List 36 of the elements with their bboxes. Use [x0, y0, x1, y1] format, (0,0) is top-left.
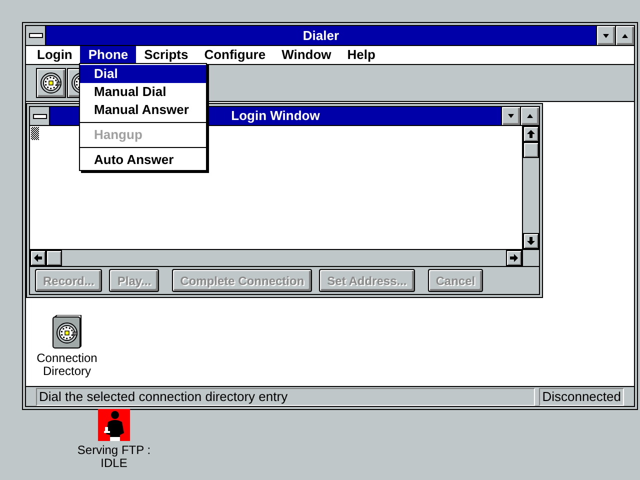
status-message: Dial the selected connection directory entry [36, 388, 536, 406]
scroll-left-button[interactable] [30, 250, 46, 266]
dial-icon [40, 72, 62, 94]
arrow-icon [526, 129, 536, 139]
window-title: Dialer [302, 28, 340, 43]
menu-item[interactable]: Help [339, 46, 384, 64]
maximize-button[interactable] [615, 26, 634, 45]
menu-item[interactable]: Scripts [136, 46, 196, 64]
text-cursor [31, 127, 39, 140]
system-menu-icon[interactable] [26, 26, 46, 45]
connection-status: Disconnected [539, 388, 624, 406]
system-menu-icon[interactable] [30, 107, 50, 125]
dial-book-icon [52, 315, 82, 349]
minimize-button[interactable] [501, 107, 520, 125]
scroll-thumb[interactable] [46, 250, 62, 266]
icon-label: Connection Directory [36, 352, 98, 378]
maximize-button[interactable] [520, 107, 539, 125]
horizontal-scrollbar[interactable] [30, 249, 522, 266]
menu-item[interactable]: Phone [80, 46, 136, 64]
dial-button[interactable] [36, 68, 66, 98]
arrow-icon [33, 253, 43, 263]
menu-item[interactable]: Configure [196, 46, 274, 64]
menu-item[interactable]: Login [29, 46, 80, 64]
menu-item[interactable]: Manual Answer [80, 101, 206, 119]
menu-item[interactable]: Window [274, 46, 340, 64]
scroll-down-button[interactable] [523, 233, 539, 249]
scroll-thumb[interactable] [523, 142, 539, 158]
scroll-up-button[interactable] [523, 126, 539, 142]
menu-item[interactable]: Auto Answer [80, 151, 206, 169]
window-title: Login Window [231, 108, 320, 123]
icon-label: Serving FTP : IDLE [77, 444, 151, 470]
menu-item[interactable]: Manual Dial [80, 83, 206, 101]
menu-item[interactable]: Dial [80, 65, 206, 83]
vertical-scrollbar[interactable] [522, 126, 539, 249]
minimize-button[interactable] [596, 26, 615, 45]
scroll-right-button[interactable] [506, 250, 522, 266]
